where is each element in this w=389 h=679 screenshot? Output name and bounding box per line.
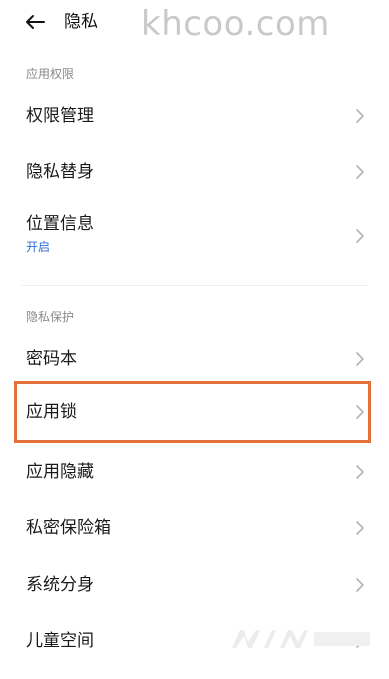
watermark-logo	[228, 624, 376, 654]
row-label: 私密保险箱	[26, 518, 111, 538]
section-label-app-permissions: 应用权限	[26, 67, 75, 81]
row-label: 应用隐藏	[26, 462, 94, 482]
chevron-right-icon	[356, 229, 364, 243]
chevron-right-icon	[356, 521, 364, 535]
back-arrow-icon	[26, 15, 45, 29]
row-label: 权限管理	[26, 106, 94, 126]
row-private-safe[interactable]: 私密保险箱	[0, 508, 389, 548]
row-system-clone[interactable]: 系统分身	[0, 565, 389, 605]
section-label-privacy-protection: 隐私保护	[26, 310, 75, 324]
section-divider	[22, 285, 367, 286]
row-label: 隐私替身	[26, 162, 94, 182]
chevron-right-icon	[356, 578, 364, 592]
watermark-text: khcoo.com	[141, 4, 330, 44]
row-privacy-substitute[interactable]: 隐私替身	[0, 152, 389, 192]
chevron-right-icon	[356, 465, 364, 479]
row-app-hide[interactable]: 应用隐藏	[0, 452, 389, 492]
row-label: 儿童空间	[26, 631, 94, 651]
row-label: 系统分身	[26, 575, 94, 595]
location-status: 开启	[26, 240, 51, 254]
row-location-info[interactable]: 位置信息 开启	[0, 206, 389, 262]
back-button[interactable]	[22, 9, 48, 35]
highlight-box	[14, 381, 371, 443]
chevron-right-icon	[356, 109, 364, 123]
chevron-right-icon	[356, 352, 364, 366]
row-password-book[interactable]: 密码本	[0, 339, 389, 379]
row-label: 位置信息	[26, 214, 94, 234]
watermark-logo-icon	[232, 630, 370, 648]
row-label: 密码本	[26, 349, 77, 369]
row-permission-management[interactable]: 权限管理	[0, 96, 389, 136]
chevron-right-icon	[356, 165, 364, 179]
page-title: 隐私	[64, 12, 98, 32]
